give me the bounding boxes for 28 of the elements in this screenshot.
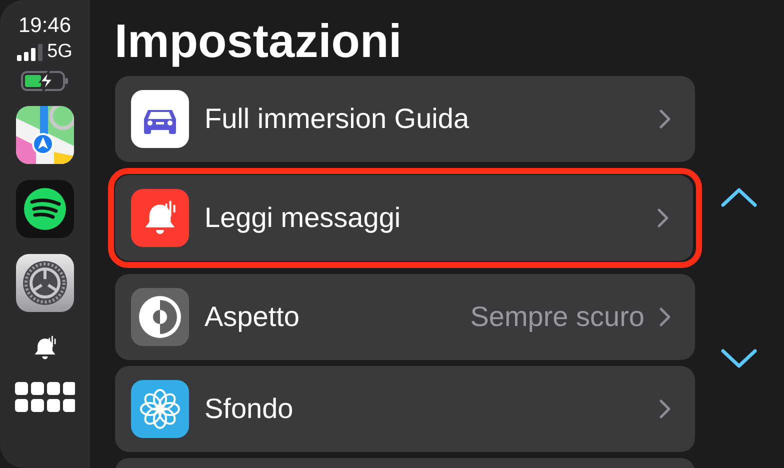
signal-icon: [17, 44, 44, 60]
bell-icon: [130, 189, 188, 247]
page-title: Impostazioni: [114, 13, 403, 69]
scroll-down-icon[interactable]: [720, 348, 758, 370]
settings-app-icon[interactable]: [16, 254, 74, 312]
row-label: Full immersion Guida: [204, 102, 470, 136]
settings-row[interactable]: Leggi messaggi: [114, 175, 692, 261]
car-icon: [130, 90, 188, 148]
row-value: Sempre scuro: [470, 300, 644, 334]
chevron-icon: [658, 307, 670, 327]
settings-row[interactable]: Full immersion Guida: [114, 76, 694, 162]
chevron-icon: [658, 399, 670, 419]
music-app-icon[interactable]: [16, 180, 74, 238]
row-label: Aspetto: [204, 300, 300, 334]
row-label: Sfondo: [204, 392, 294, 426]
settings-row[interactable]: Sfondo: [114, 366, 694, 452]
flower-icon: [130, 380, 188, 438]
map-app-icon[interactable]: [16, 106, 74, 164]
settings-row[interactable]: Aspetto Sempre scuro: [114, 274, 694, 360]
battery-charging-icon: [20, 70, 69, 92]
clock: 19:46: [18, 14, 72, 38]
chevron-icon: [658, 109, 670, 129]
row-label: Leggi messaggi: [204, 201, 402, 235]
network-label: 5G: [47, 41, 72, 63]
chevron-icon: [656, 208, 668, 228]
app-grid-icon[interactable]: [14, 382, 75, 414]
appearance-icon: [130, 288, 188, 346]
scroll-up-icon[interactable]: [720, 186, 758, 208]
